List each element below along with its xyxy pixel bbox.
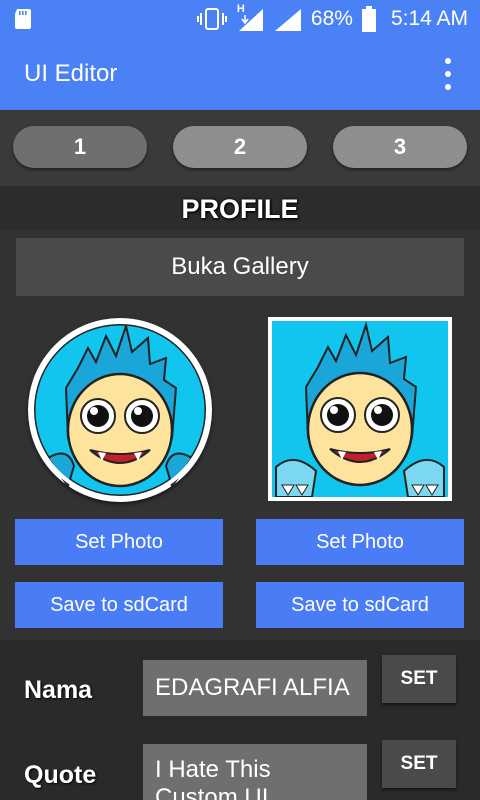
app-bar: UI Editor: [0, 38, 480, 110]
avatar-square-preview[interactable]: [268, 317, 452, 501]
set-quote-button[interactable]: SET: [382, 740, 456, 788]
profile-title: PROFILE: [181, 194, 299, 224]
network-type-label: H: [236, 3, 245, 15]
tab-2[interactable]: 2: [173, 126, 307, 168]
avatar-circle-preview[interactable]: [28, 318, 212, 502]
monster-avatar-icon: [30, 320, 210, 500]
set-photo-button-right[interactable]: Set Photo: [256, 519, 464, 565]
set-name-button[interactable]: SET: [382, 655, 456, 703]
tabs-row: 1 2 3: [0, 110, 480, 186]
set-photo-button-left[interactable]: Set Photo: [15, 519, 223, 565]
name-field[interactable]: EDAGRAFI ALFIA: [143, 660, 367, 716]
tab-3[interactable]: 3: [333, 126, 467, 168]
status-bar: H 68% 5:14 AM: [0, 0, 480, 38]
battery-percent: 68%: [310, 7, 353, 30]
app-title: UI Editor: [24, 60, 118, 87]
quote-label: Quote: [24, 761, 97, 789]
mobile-signal-icon: H: [235, 3, 265, 31]
overflow-menu-icon[interactable]: [444, 58, 452, 90]
save-to-sdcard-button-right[interactable]: Save to sdCard: [256, 582, 464, 628]
clock: 5:14 AM: [390, 7, 468, 30]
vibrate-icon: [196, 8, 227, 30]
signal-strength-icon: [274, 9, 301, 31]
name-label: Nama: [24, 676, 93, 704]
monster-avatar-icon: [275, 321, 445, 497]
battery-icon: [361, 6, 376, 32]
tab-1[interactable]: 1: [13, 126, 147, 168]
profile-header: PROFILE: [0, 186, 480, 230]
sd-card-icon: [15, 9, 31, 29]
save-to-sdcard-button-left[interactable]: Save to sdCard: [15, 582, 223, 628]
quote-field[interactable]: I Hate This Custom UI: [143, 744, 367, 800]
open-gallery-button[interactable]: Buka Gallery: [16, 238, 464, 296]
